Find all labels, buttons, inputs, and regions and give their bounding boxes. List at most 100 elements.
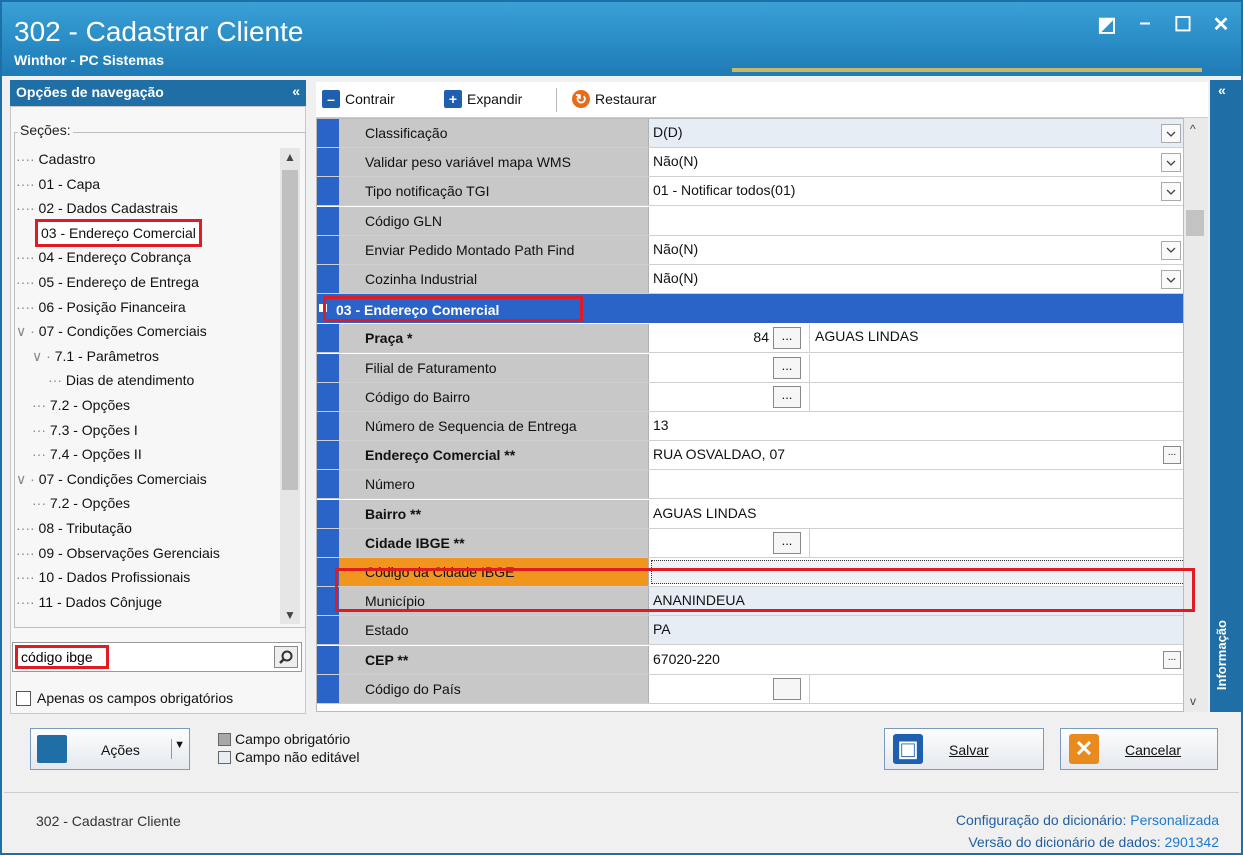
actions-button[interactable]: Ações ▼ — [30, 728, 190, 770]
field-value-text: ANANINDEUA — [653, 592, 745, 609]
minimize-button[interactable]: – — [1135, 12, 1155, 37]
save-button[interactable]: ▣ Salvar — [884, 728, 1044, 770]
field-value[interactable] — [649, 470, 1183, 499]
grid-scroll-thumb[interactable] — [1186, 210, 1204, 236]
field-value[interactable]: 84... AGUAS LINDAS — [649, 324, 1183, 353]
expand-button[interactable]: + Expandir — [444, 90, 522, 108]
tree-connector[interactable]: ∨ · — [32, 348, 51, 364]
cancel-button[interactable]: ✕ Cancelar — [1060, 728, 1218, 770]
field-value[interactable]: D(D) — [649, 119, 1183, 147]
tree-item-label: 02 - Dados Cadastrais — [38, 200, 178, 217]
chevron-down-icon[interactable] — [1161, 182, 1181, 202]
nav-collapse-icon[interactable]: « — [292, 83, 300, 99]
dict-config-value[interactable]: Personalizada — [1130, 812, 1219, 828]
lookup-button[interactable]: ... — [773, 531, 801, 554]
grid-scroll-up-icon[interactable]: ^ — [1190, 122, 1196, 136]
tree-scroll-thumb[interactable] — [282, 170, 298, 490]
field-value[interactable]: 01 - Notificar todos(01) — [649, 177, 1183, 206]
tree-connector: ···· — [16, 151, 35, 167]
field-value[interactable] — [649, 674, 1183, 703]
lookup-button[interactable] — [773, 677, 801, 700]
tree-item[interactable]: ···· 08 - Tributação — [16, 517, 132, 539]
field-value[interactable]: PA — [649, 616, 1183, 645]
tree-item[interactable]: ··· 7.3 - Opções I — [32, 419, 138, 441]
scroll-up-icon[interactable]: ▲ — [284, 150, 296, 164]
field-value[interactable]: ... — [649, 353, 1183, 382]
field-value-text: AGUAS LINDAS — [653, 504, 757, 521]
tree-item[interactable]: ∨ · 7.1 - Parâmetros — [32, 345, 159, 367]
chevron-down-icon[interactable] — [1161, 270, 1181, 289]
tree-item[interactable]: ···· Cadastro — [16, 148, 95, 170]
tree-item[interactable]: ··· 7.4 - Opções II — [32, 443, 142, 465]
sections-tree: ···· Cadastro ···· 01 - Capa ···· 02 - Dad… — [16, 148, 278, 624]
scroll-down-icon[interactable]: ▼ — [284, 608, 296, 622]
section-header[interactable]: 03 - Endereço Comercial — [317, 294, 1183, 324]
info-collapse-icon[interactable]: « — [1218, 82, 1226, 98]
chevron-down-icon[interactable] — [1161, 153, 1181, 173]
lookup-button[interactable]: ... — [1163, 446, 1181, 465]
dict-version-row: Versão do dicionário de dados: 2901342 — [956, 831, 1219, 853]
tree-connector: ···· — [16, 200, 35, 217]
only-required-checkbox[interactable]: Apenas os campos obrigatórios — [16, 690, 233, 706]
collapse-button[interactable]: – Contrair — [322, 90, 395, 108]
focused-input[interactable] — [651, 560, 1183, 584]
app-window: 302 - Cadastrar Cliente Winthor - PC Sis… — [0, 0, 1243, 855]
grid-row: Número de Sequencia de Entrega 13 — [317, 412, 1183, 441]
tree-item[interactable]: ···· 11 - Dados Cônjuge — [16, 591, 162, 613]
lookup-button[interactable]: ... — [1163, 650, 1181, 669]
chevron-down-icon[interactable] — [1161, 240, 1181, 260]
tree-scrollbar[interactable]: ▲ ▼ — [280, 148, 300, 624]
field-value[interactable]: ... — [649, 528, 1183, 557]
status-bar: 302 - Cadastrar Cliente Configuração do … — [4, 792, 1239, 853]
checkbox-box[interactable] — [16, 690, 31, 706]
maximize-button[interactable]: ☐ — [1173, 12, 1193, 37]
field-value[interactable] — [649, 206, 1183, 235]
field-value[interactable]: ANANINDEUA — [649, 587, 1183, 616]
tree-item[interactable]: ···· 05 - Endereço de Entrega — [16, 271, 199, 293]
chevron-down-icon[interactable]: ▼ — [171, 739, 185, 759]
grid-scroll-down-icon[interactable]: v — [1190, 694, 1196, 708]
restore-layout-icon[interactable]: ◩ — [1097, 12, 1117, 37]
section-search-input[interactable] — [15, 645, 109, 669]
tree-item[interactable]: ···· 10 - Dados Profissionais — [16, 566, 190, 588]
chevron-down-icon[interactable] — [1161, 124, 1181, 143]
field-value[interactable]: Não(N) — [649, 265, 1183, 293]
field-value[interactable]: RUA OSVALDAO, 07... — [649, 441, 1183, 470]
tree-item[interactable]: ··· 7.2 - Opções — [32, 394, 130, 416]
tree-item-selected[interactable]: 03 - Endereço Comercial — [35, 218, 202, 247]
grid-scrollbar[interactable]: ^ v — [1184, 118, 1208, 712]
tree-item[interactable]: ··· 7.2 - Opções — [32, 492, 130, 514]
field-value[interactable]: 13 — [649, 412, 1183, 440]
field-code[interactable]: 84 — [649, 329, 769, 345]
info-panel-label[interactable]: Informação — [1214, 620, 1229, 690]
tree-item[interactable]: ···· 09 - Observações Gerenciais — [16, 542, 220, 564]
field-value[interactable]: AGUAS LINDAS — [649, 499, 1183, 528]
tree-connector: ··· — [32, 421, 46, 438]
tree-item[interactable]: ···· 02 - Dados Cadastrais — [16, 197, 178, 219]
search-button[interactable] — [274, 646, 298, 668]
lookup-button[interactable]: ... — [773, 385, 801, 408]
field-label: Número de Sequencia de Entrega — [339, 412, 649, 440]
field-value[interactable]: ... — [649, 382, 1183, 411]
field-value[interactable]: 67020-220... — [649, 645, 1183, 674]
tree-item[interactable]: ··· Dias de atendimento — [48, 369, 194, 391]
tree-connector[interactable]: ∨ · — [16, 323, 35, 339]
grid-row: Enviar Pedido Montado Path Find Não(N) — [317, 235, 1183, 265]
close-button[interactable]: ✕ — [1211, 12, 1231, 37]
field-value[interactable]: Não(N) — [649, 235, 1183, 264]
info-panel[interactable]: « Informação — [1210, 80, 1241, 712]
lookup-button[interactable]: ... — [773, 356, 801, 379]
tree-item[interactable]: ∨ · 07 - Condições Comerciais — [16, 320, 207, 342]
tree-item[interactable]: ···· 01 - Capa — [16, 173, 100, 195]
restore-button[interactable]: ↻ Restaurar — [572, 90, 656, 108]
row-gutter — [317, 265, 339, 293]
dict-version-value[interactable]: 2901342 — [1164, 834, 1219, 850]
lookup-button[interactable]: ... — [773, 327, 801, 350]
field-value[interactable]: Não(N) — [649, 148, 1183, 177]
tree-item[interactable]: ∨ · 07 - Condições Comerciais — [16, 468, 207, 490]
field-label: Código GLN — [339, 206, 649, 235]
tree-item[interactable]: ···· 04 - Endereço Cobrança — [16, 246, 191, 268]
tree-connector[interactable]: ∨ · — [16, 471, 35, 487]
tree-item[interactable]: ···· 06 - Posição Financeira — [16, 296, 186, 318]
field-value[interactable] — [649, 558, 1183, 586]
